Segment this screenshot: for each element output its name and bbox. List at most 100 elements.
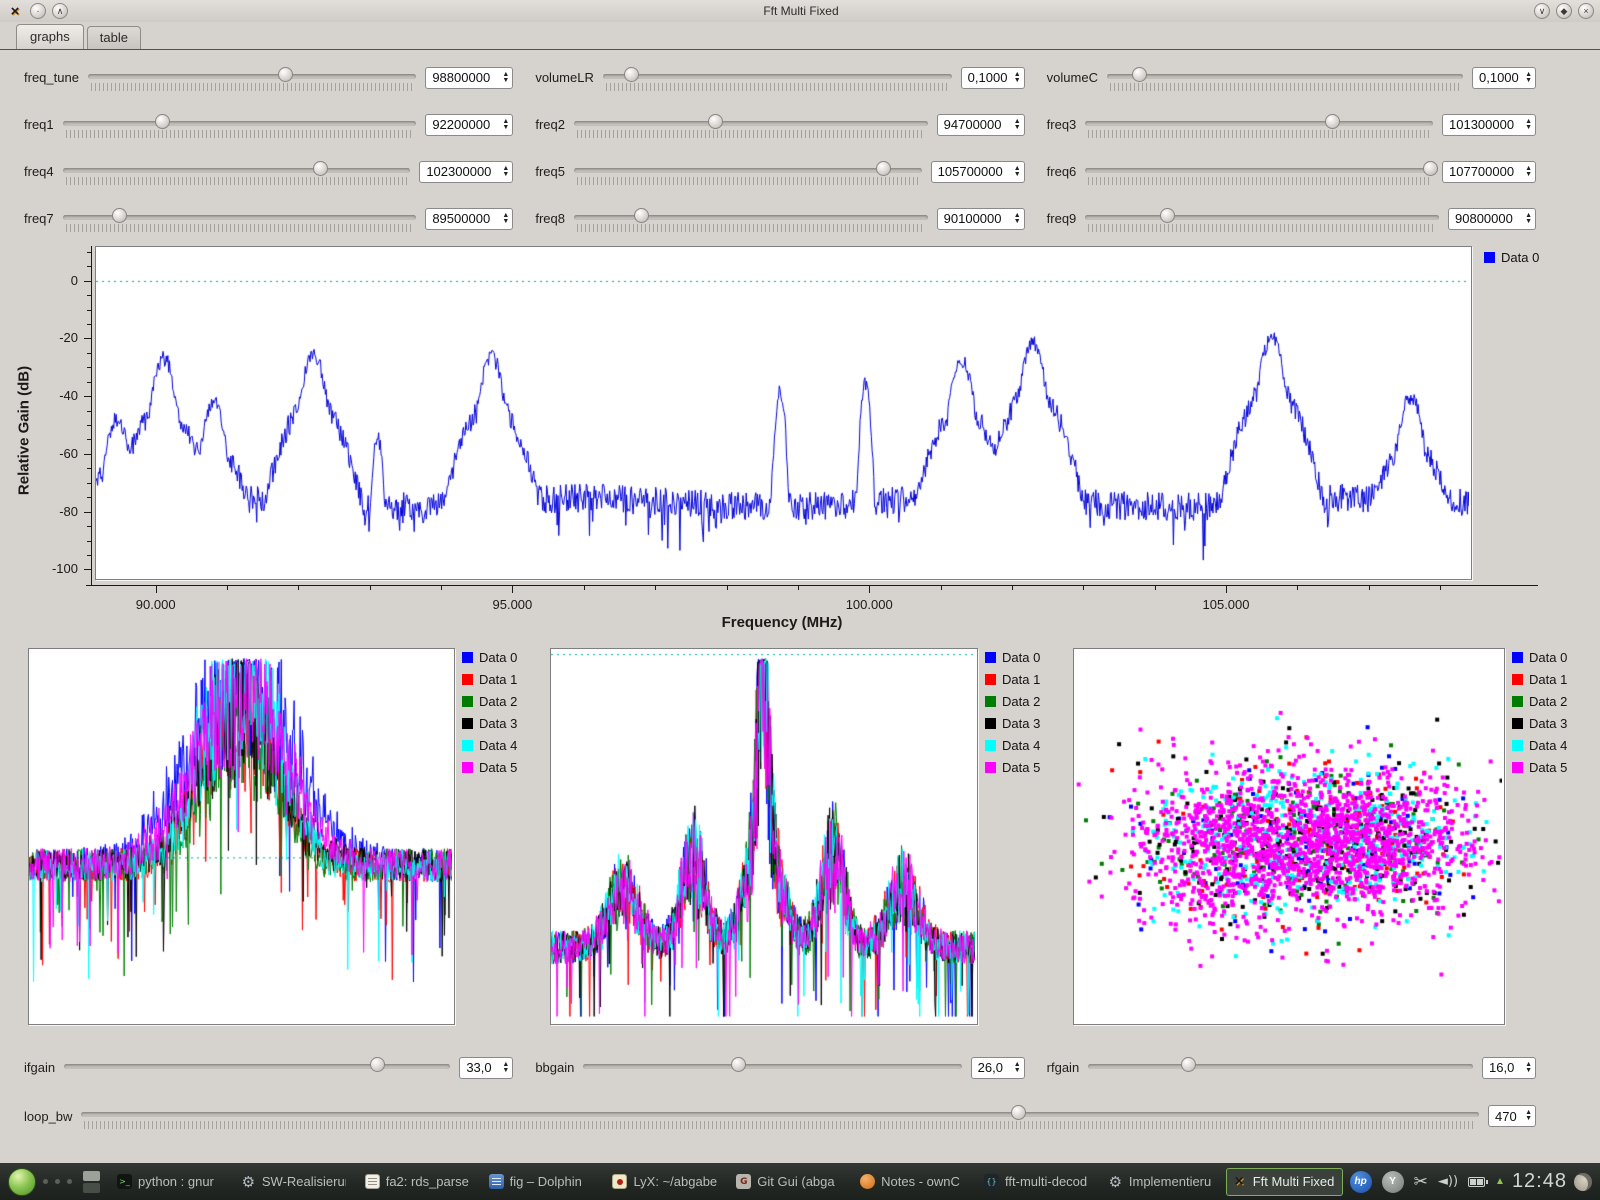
spin-down-icon[interactable]: ▼: [1014, 125, 1021, 131]
taskbar-item-implementieru[interactable]: ⚙Implementieru: [1102, 1168, 1219, 1196]
freq2-slider-handle[interactable]: [708, 114, 723, 129]
moon-widget-icon[interactable]: [1574, 1173, 1592, 1191]
freq_tune-slider-handle[interactable]: [278, 67, 293, 82]
spin-down-icon[interactable]: ▼: [1525, 1068, 1532, 1074]
freq_tune-spinbox[interactable]: 98800000▲▼: [425, 67, 513, 89]
freq5-slider-groove[interactable]: [574, 168, 922, 173]
loop_bw-spinbox[interactable]: 470▲▼: [1488, 1105, 1536, 1127]
spin-down-icon[interactable]: ▼: [1525, 125, 1532, 131]
freq8-slider-handle[interactable]: [634, 208, 649, 223]
freq8-slider-groove[interactable]: [574, 215, 928, 220]
spin-down-icon[interactable]: ▼: [1014, 172, 1021, 178]
rfgain-slider-groove[interactable]: [1088, 1064, 1473, 1069]
spin-down-icon[interactable]: ▼: [502, 78, 509, 84]
volumeLR-slider-groove[interactable]: [603, 74, 952, 79]
arrow-up-icon[interactable]: ▲: [1495, 1176, 1505, 1187]
spin-down-icon[interactable]: ▼: [502, 1068, 509, 1074]
freq9-slider[interactable]: [1085, 205, 1439, 233]
freq9-slider-groove[interactable]: [1085, 215, 1439, 220]
spin-down-icon[interactable]: ▼: [1525, 219, 1532, 225]
loop_bw-slider-groove[interactable]: [81, 1112, 1479, 1117]
bbgain-slider-handle[interactable]: [731, 1057, 746, 1072]
freq2-slider-groove[interactable]: [574, 121, 928, 126]
freq4-slider-handle[interactable]: [313, 161, 328, 176]
spin-down-icon[interactable]: ▼: [1525, 172, 1532, 178]
volumeC-slider-groove[interactable]: [1107, 74, 1463, 79]
rfgain-slider-handle[interactable]: [1181, 1057, 1196, 1072]
loop_bw-slider[interactable]: [81, 1102, 1479, 1130]
desktop-1-cell[interactable]: [83, 1171, 100, 1181]
freq8-slider[interactable]: [574, 205, 928, 233]
taskbar-item-fa2-rds-parse[interactable]: fa2: rds_parse: [359, 1168, 476, 1196]
spin-down-icon[interactable]: ▼: [1525, 1116, 1532, 1122]
speaker-icon[interactable]: ◄)): [1438, 1174, 1458, 1189]
shade-button-icon[interactable]: ∧: [52, 3, 68, 19]
spin-down-icon[interactable]: ▼: [502, 219, 509, 225]
ifgain-slider[interactable]: [64, 1054, 450, 1082]
freq1-spinbox[interactable]: 92200000▲▼: [425, 114, 513, 136]
spin-down-icon[interactable]: ▼: [502, 125, 509, 131]
launcher-orb-icon[interactable]: [8, 1168, 36, 1196]
taskbar-item-python-gnur[interactable]: >_python : gnur: [111, 1168, 228, 1196]
main-plot-canvas[interactable]: [96, 247, 1469, 577]
freq2-slider[interactable]: [574, 111, 928, 139]
ifgain-spinbox[interactable]: 33,0▲▼: [459, 1057, 513, 1079]
freq5-slider-handle[interactable]: [876, 161, 891, 176]
taskbar-item-fft-multi-fixed[interactable]: ×Fft Multi Fixed: [1226, 1168, 1343, 1196]
freq_tune-slider-groove[interactable]: [88, 74, 416, 79]
rfgain-slider[interactable]: [1088, 1054, 1473, 1082]
freq7-slider[interactable]: [63, 205, 417, 233]
rfgain-spinbox[interactable]: 16,0▲▼: [1482, 1057, 1536, 1079]
maximize-button-icon[interactable]: ◆: [1556, 3, 1572, 19]
taskbar-item-git-gui-abga[interactable]: GGit Gui (abga: [730, 1168, 847, 1196]
freq4-spinbox[interactable]: 102300000▲▼: [419, 161, 513, 183]
bbgain-spinbox[interactable]: 26,0▲▼: [971, 1057, 1025, 1079]
volumeLR-slider[interactable]: [603, 64, 952, 92]
minimize-button-icon[interactable]: ∨: [1534, 3, 1550, 19]
tab-graphs[interactable]: graphs: [16, 24, 84, 49]
ifgain-slider-groove[interactable]: [64, 1064, 450, 1069]
tab-table[interactable]: table: [87, 26, 141, 49]
spin-down-icon[interactable]: ▼: [502, 172, 509, 178]
volumeLR-slider-handle[interactable]: [624, 67, 639, 82]
freq5-spinbox[interactable]: 105700000▲▼: [931, 161, 1025, 183]
volumeC-spinbox[interactable]: 0,1000▲▼: [1472, 67, 1536, 89]
freq3-slider[interactable]: [1085, 111, 1433, 139]
freq6-slider-handle[interactable]: [1423, 161, 1438, 176]
freq3-slider-groove[interactable]: [1085, 121, 1433, 126]
volumeC-slider-handle[interactable]: [1132, 67, 1147, 82]
volumeC-slider[interactable]: [1107, 64, 1463, 92]
freq3-slider-handle[interactable]: [1325, 114, 1340, 129]
ifgain-slider-handle[interactable]: [370, 1057, 385, 1072]
freq3-spinbox[interactable]: 101300000▲▼: [1442, 114, 1536, 136]
clock[interactable]: 12:48: [1512, 1170, 1567, 1193]
freq6-spinbox[interactable]: 107700000▲▼: [1442, 161, 1536, 183]
loop_bw-slider-handle[interactable]: [1011, 1105, 1026, 1120]
taskbar-item-fig-dolphin[interactable]: fig – Dolphin: [483, 1168, 600, 1196]
freq9-spinbox[interactable]: 90800000▲▼: [1448, 208, 1536, 230]
freq1-slider-handle[interactable]: [155, 114, 170, 129]
spin-down-icon[interactable]: ▼: [1014, 78, 1021, 84]
bbgain-slider[interactable]: [583, 1054, 961, 1082]
virtual-desktop-pager[interactable]: [83, 1171, 100, 1193]
taskbar-item-notes-ownc[interactable]: Notes - ownC: [854, 1168, 971, 1196]
freq7-slider-handle[interactable]: [112, 208, 127, 223]
freq7-spinbox[interactable]: 89500000▲▼: [425, 208, 513, 230]
freq1-slider[interactable]: [63, 111, 417, 139]
freq8-spinbox[interactable]: 90100000▲▼: [937, 208, 1025, 230]
freq5-slider[interactable]: [574, 158, 922, 186]
close-button-icon[interactable]: ×: [1578, 3, 1594, 19]
spin-down-icon[interactable]: ▼: [1014, 219, 1021, 225]
scissors-icon[interactable]: ✂: [1414, 1172, 1428, 1192]
freq6-slider[interactable]: [1085, 158, 1433, 186]
freq9-slider-handle[interactable]: [1160, 208, 1175, 223]
freq6-slider-groove[interactable]: [1085, 168, 1433, 173]
taskbar-item-sw-realisierun[interactable]: ⚙SW-Realisierun: [235, 1168, 352, 1196]
freq4-slider[interactable]: [63, 158, 411, 186]
taskbar-item-lyx-abgabe[interactable]: LyX: ~/abgabe: [606, 1168, 723, 1196]
freq1-slider-groove[interactable]: [63, 121, 417, 126]
volumeLR-spinbox[interactable]: 0,1000▲▼: [961, 67, 1025, 89]
freq2-spinbox[interactable]: 94700000▲▼: [937, 114, 1025, 136]
y-icon[interactable]: Y: [1382, 1171, 1404, 1193]
taskbar-item-fft-multi-decod[interactable]: {}fft-multi-decod: [978, 1168, 1095, 1196]
